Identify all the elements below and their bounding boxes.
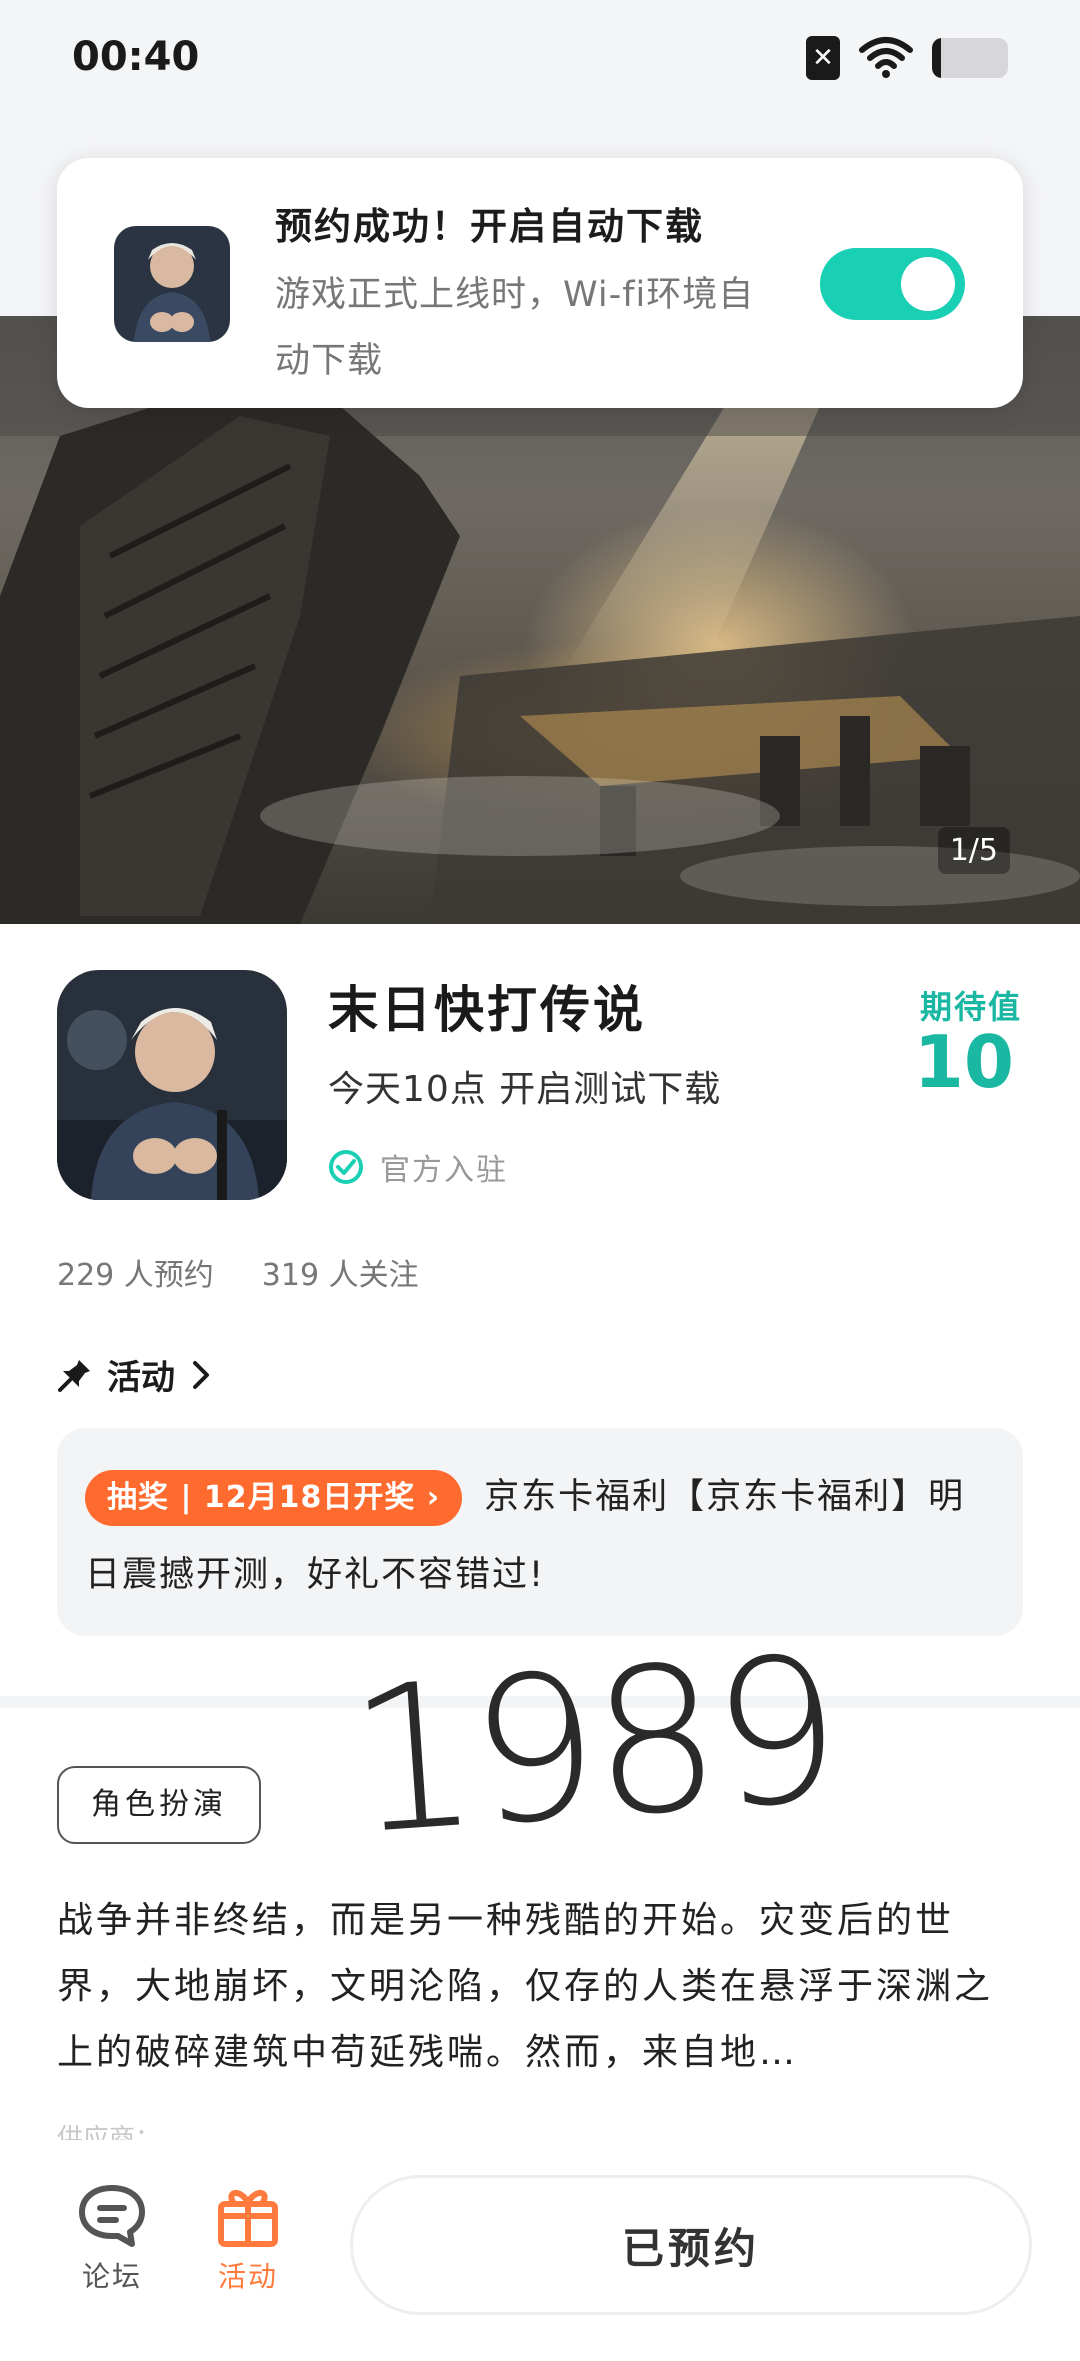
bottom-action-bar: 论坛 活动 已预约	[0, 2140, 1080, 2361]
game-description[interactable]: 战争并非终结，而是另一种残酷的开始。灾变后的世界，大地崩坏，文明沦陷，仅存的人类…	[57, 1888, 1023, 2086]
pin-icon	[58, 1359, 90, 1392]
expect-value: 10	[913, 1020, 1014, 1104]
year-stamp: 1989	[342, 1613, 843, 1880]
follower-count: 319 人关注	[261, 1258, 419, 1293]
reservation-count: 229 人预约	[57, 1258, 214, 1293]
chevron-right-icon	[193, 1360, 209, 1389]
battery-icon	[932, 38, 1008, 78]
reserved-button[interactable]: 已预约	[350, 2175, 1032, 2315]
activity-card[interactable]: 抽奖 | 12月18日开奖 › 京东卡福利【京东卡福利】明日震撼开测，好礼不容错过…	[57, 1428, 1023, 1636]
activity-section-label: 活动	[107, 1358, 175, 1398]
carousel-counter: 1/5	[937, 827, 1010, 874]
battery-fill	[932, 38, 942, 78]
nav-activity[interactable]: 活动	[188, 2175, 308, 2295]
official-label: 官方入驻	[380, 1153, 508, 1188]
game-app-icon	[57, 970, 287, 1200]
activity-section-header[interactable]: 活动	[57, 1350, 213, 1399]
nav-forum-label: 论坛	[81, 2260, 142, 2293]
nav-forum[interactable]: 论坛	[52, 2175, 172, 2295]
status-icons: ✕	[806, 36, 1008, 80]
game-stats: 229 人预约 319 人关注	[57, 1250, 419, 1294]
sim-off-icon: ✕	[806, 36, 840, 80]
gift-icon	[218, 2190, 278, 2247]
nav-activity-label: 活动	[217, 2260, 278, 2293]
notification-game-thumbnail	[114, 226, 230, 342]
genre-tag[interactable]: 角色扮演	[57, 1766, 261, 1844]
check-circle-icon	[329, 1150, 363, 1184]
chat-bubble-icon	[79, 2185, 145, 2247]
status-time: 00:40	[72, 34, 200, 80]
lottery-tag[interactable]: 抽奖 | 12月18日开奖 ›	[85, 1470, 463, 1526]
wifi-icon	[858, 36, 914, 80]
reservation-notification: 预约成功！开启自动下载 游戏正式上线时，Wi-fi环境自动下载	[57, 158, 1023, 408]
activity-text-block: 抽奖 | 12月18日开奖 › 京东卡福利【京东卡福利】明日震撼开测，好礼不容错过…	[85, 1458, 995, 1614]
official-badge: 官方入驻	[328, 1145, 508, 1189]
notification-description: 游戏正式上线时，Wi-fi环境自动下载	[275, 275, 755, 381]
game-subtitle: 今天10点 开启测试下载	[328, 1069, 722, 1110]
notification-title: 预约成功！开启自动下载	[275, 205, 704, 248]
game-name: 末日快打传说	[328, 981, 646, 1039]
auto-download-toggle[interactable]	[820, 248, 965, 320]
toggle-knob	[901, 257, 955, 311]
